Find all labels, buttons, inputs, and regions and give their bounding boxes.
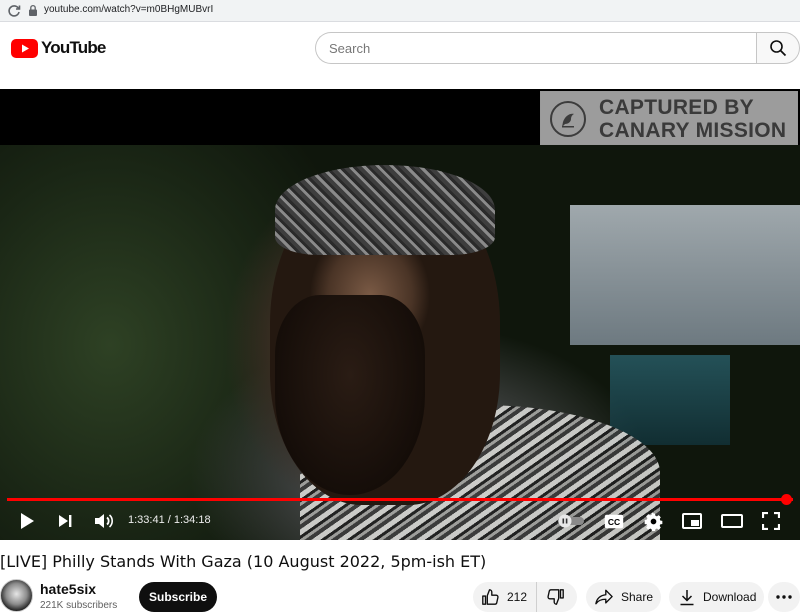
video-subject-headwrap xyxy=(275,165,495,255)
thumbs-up-icon xyxy=(482,589,499,605)
volume-button[interactable] xyxy=(92,510,116,532)
video-subject-beard xyxy=(275,295,425,495)
settings-button[interactable] xyxy=(642,510,664,532)
share-button[interactable]: Share xyxy=(586,582,661,612)
browser-address-bar: youtube.com/watch?v=m0BHgMUBvrI xyxy=(0,0,800,22)
fullscreen-button[interactable] xyxy=(760,510,782,532)
theater-icon xyxy=(721,514,743,528)
progress-bar[interactable] xyxy=(7,494,793,505)
like-dislike-group: 212 xyxy=(473,582,577,612)
download-icon xyxy=(680,589,694,605)
svg-text:CC: CC xyxy=(608,517,620,527)
video-frame[interactable] xyxy=(0,145,800,540)
more-icon xyxy=(776,595,792,599)
more-actions-button[interactable] xyxy=(768,582,800,612)
channel-avatar[interactable] xyxy=(0,579,33,612)
search-input[interactable] xyxy=(315,32,756,64)
youtube-logo-icon xyxy=(11,38,38,58)
miniplayer-button[interactable] xyxy=(681,510,703,532)
watermark-line1: CAPTURED BY xyxy=(599,96,754,119)
canary-bird-icon xyxy=(550,101,586,137)
video-title: [LIVE] Philly Stands With Gaza (10 Augus… xyxy=(0,552,487,571)
next-icon xyxy=(59,515,72,527)
dislike-button[interactable] xyxy=(537,582,575,612)
reload-icon[interactable] xyxy=(6,3,22,19)
time-display: 1:33:41 / 1:34:18 xyxy=(128,514,211,526)
like-count: 212 xyxy=(507,590,528,604)
fullscreen-icon xyxy=(762,512,780,530)
volume-icon xyxy=(95,514,114,528)
youtube-wordmark: YouTube xyxy=(41,38,106,57)
watermark-overlay: CAPTURED BY CANARY MISSION xyxy=(540,91,798,145)
video-player[interactable]: CAPTURED BY CANARY MISSION 1:33:41 / 1:3… xyxy=(0,89,800,540)
search-icon xyxy=(770,40,787,57)
search-button[interactable] xyxy=(756,32,800,64)
watermark-line2: CANARY MISSION xyxy=(599,119,787,142)
play-button[interactable] xyxy=(16,510,38,532)
download-label: Download xyxy=(703,590,757,604)
url-text[interactable]: youtube.com/watch?v=m0BHgMUBvrI xyxy=(44,4,213,15)
youtube-logo[interactable]: YouTube xyxy=(11,38,106,58)
captions-button[interactable]: CC xyxy=(603,510,625,532)
lock-icon xyxy=(28,4,38,17)
play-icon xyxy=(21,513,34,529)
captions-icon: CC xyxy=(604,514,624,528)
youtube-header: YouTube xyxy=(0,22,800,88)
next-button[interactable] xyxy=(54,510,76,532)
subscriber-count: 221K subscribers xyxy=(40,600,118,611)
progress-played xyxy=(7,498,788,501)
channel-name[interactable]: hate5six xyxy=(40,581,96,597)
watermark-text: CAPTURED BY CANARY MISSION xyxy=(599,96,786,142)
autoplay-toggle-icon xyxy=(558,514,584,528)
video-background-building xyxy=(570,205,800,345)
gear-icon xyxy=(644,512,662,531)
download-button[interactable]: Download xyxy=(669,582,764,612)
autoplay-toggle[interactable] xyxy=(556,510,586,532)
share-icon xyxy=(595,589,613,605)
thumbs-down-icon xyxy=(547,589,564,605)
miniplayer-icon xyxy=(682,513,702,529)
video-background-window xyxy=(610,355,730,445)
share-label: Share xyxy=(621,590,654,604)
subscribe-button[interactable]: Subscribe xyxy=(139,582,217,612)
search-bar xyxy=(315,32,800,64)
theater-mode-button[interactable] xyxy=(720,510,744,532)
like-button[interactable]: 212 xyxy=(473,582,538,612)
